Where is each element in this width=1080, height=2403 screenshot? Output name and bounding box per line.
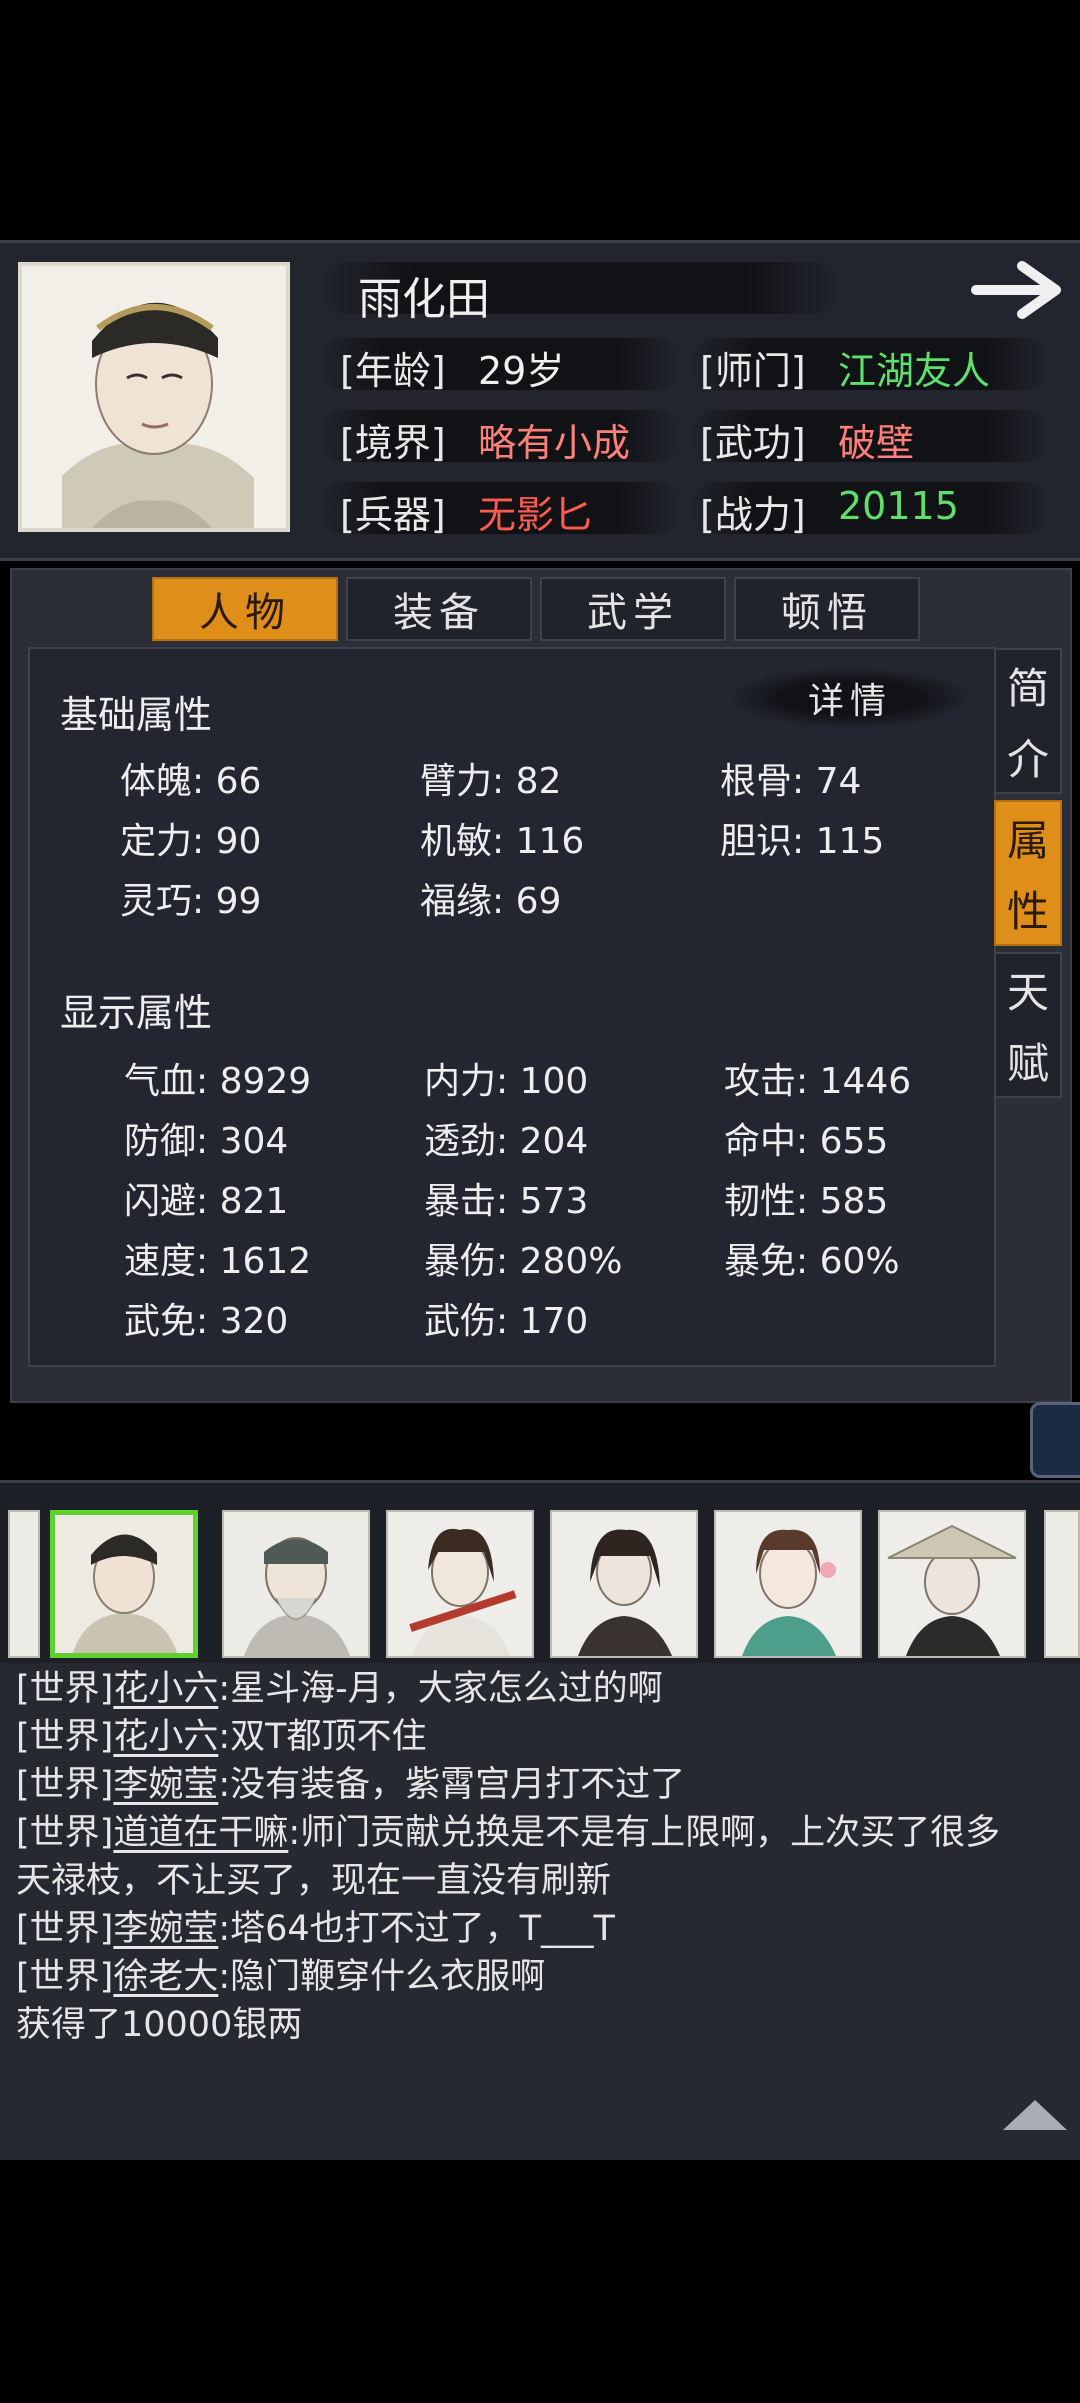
stat-item: 暴击: 573: [424, 1181, 589, 1222]
power-value: 20115: [838, 484, 959, 528]
roster-card[interactable]: [222, 1510, 370, 1658]
weapon-value: 无影匕: [478, 493, 593, 537]
chat-message: :星斗海-月，大家怎么过的啊: [218, 1669, 663, 1709]
stat-item: 命中: 655: [724, 1121, 889, 1162]
tab-martial-arts[interactable]: 武学: [540, 577, 726, 641]
stat-item: 内力: 100: [424, 1061, 589, 1102]
chat-line: [世界]花小六:双T都顶不住: [16, 1708, 427, 1759]
stat-item: 攻击: 1446: [724, 1061, 912, 1102]
side-tab-char: 属: [1006, 816, 1049, 865]
side-tab-talent[interactable]: 天 赋: [994, 952, 1062, 1098]
chat-line: [世界]花小六:星斗海-月，大家怎么过的啊: [16, 1660, 663, 1711]
stat-item: 速度: 1612: [124, 1241, 312, 1282]
side-tab-attributes[interactable]: 属 性: [994, 800, 1062, 946]
stat-item: 闪避: 821: [124, 1181, 289, 1222]
chat-channel-tag: [世界]: [16, 1957, 114, 1997]
stat-item: 灵巧: 99: [120, 881, 262, 922]
side-tab-char: 赋: [1006, 1039, 1049, 1088]
side-tab-char: 性: [1006, 887, 1049, 936]
display-attributes-title: 显示属性: [60, 991, 213, 1035]
chat-channel-tag: [世界]: [16, 1765, 114, 1805]
stat-item: 透劲: 204: [424, 1121, 589, 1162]
chat-line: [世界]李婉莹:没有装备，紫霄宫月打不过了: [16, 1756, 685, 1807]
realm-value: 略有小成: [478, 421, 631, 465]
stat-item: 暴免: 60%: [724, 1241, 900, 1282]
chat-username[interactable]: 道道在干嘛: [113, 1813, 288, 1853]
stat-item: 气血: 8929: [124, 1061, 312, 1102]
chat-message: 获得了10000银两: [16, 2005, 303, 2045]
stat-item: 胆识: 115: [720, 821, 885, 862]
chat-message: :师门贡献兑换是不是有上限啊，上次买了很多: [288, 1813, 1001, 1853]
chat-line: 天禄枝，不让买了，现在一直没有刷新: [16, 1852, 611, 1903]
stat-item: 福缘: 69: [420, 881, 562, 922]
chat-username[interactable]: 花小六: [113, 1717, 218, 1757]
chat-message: :隐门鞭穿什么衣服啊: [218, 1957, 546, 1997]
chat-line: 获得了10000银两: [16, 1996, 302, 2047]
sect-value: 江湖友人: [838, 349, 991, 393]
chat-line: [世界]李婉莹:塔64也打不过了，T___T: [16, 1900, 615, 1951]
age-label: [年龄]: [340, 349, 446, 393]
chat-channel-tag: [世界]: [16, 1669, 114, 1709]
chat-username[interactable]: 徐老大: [113, 1957, 218, 1997]
details-button[interactable]: 详情: [730, 668, 970, 728]
arrow-right-icon[interactable]: [970, 258, 1066, 326]
side-tab-intro[interactable]: 简 介: [994, 648, 1062, 794]
stat-item: 防御: 304: [124, 1121, 289, 1162]
chat-username[interactable]: 花小六: [113, 1669, 218, 1709]
character-name: 雨化田: [358, 274, 490, 325]
triangle-up-icon[interactable]: [1003, 2100, 1067, 2130]
book-icon[interactable]: [1030, 1402, 1080, 1478]
realm-label: [境界]: [340, 421, 446, 465]
stat-item: 武免: 320: [124, 1301, 289, 1342]
roster-card[interactable]: [1044, 1510, 1080, 1658]
tab-character[interactable]: 人物: [152, 577, 338, 641]
chat-username[interactable]: 李婉莹: [113, 1765, 218, 1805]
basic-attributes-title: 基础属性: [60, 693, 213, 737]
weapon-label: [兵器]: [340, 493, 446, 537]
chat-line: [世界]道道在干嘛:师门贡献兑换是不是有上限啊，上次买了很多: [16, 1804, 1000, 1855]
stat-item: 暴伤: 280%: [424, 1241, 623, 1282]
tab-equipment[interactable]: 装备: [346, 577, 532, 641]
chat-message: :没有装备，紫霄宫月打不过了: [218, 1765, 686, 1805]
power-label: [战力]: [700, 493, 806, 537]
chat-username[interactable]: 李婉莹: [113, 1909, 218, 1949]
side-tab-char: 天: [1006, 968, 1049, 1017]
martial-label: [武功]: [700, 421, 806, 465]
age-value: 29岁: [478, 349, 565, 393]
roster-card[interactable]: [714, 1510, 862, 1658]
stat-item: 定力: 90: [120, 821, 262, 862]
stat-item: 臂力: 82: [420, 761, 562, 802]
roster-card[interactable]: [386, 1510, 534, 1658]
stat-item: 根骨: 74: [720, 761, 862, 802]
chat-message: :双T都顶不住: [218, 1717, 427, 1757]
side-tab-char: 简: [1006, 664, 1049, 713]
chat-channel-tag: [世界]: [16, 1813, 114, 1853]
chat-line: [世界]徐老大:隐门鞭穿什么衣服啊: [16, 1948, 545, 1999]
character-portrait: [18, 262, 290, 532]
chat-channel-tag: [世界]: [16, 1717, 114, 1757]
stat-item: 武伤: 170: [424, 1301, 589, 1342]
roster-card-selected[interactable]: [50, 1510, 198, 1658]
chat-channel-tag: [世界]: [16, 1909, 114, 1949]
roster-card[interactable]: [878, 1510, 1026, 1658]
stat-item: 体魄: 66: [120, 761, 262, 802]
chat-message: 天禄枝，不让买了，现在一直没有刷新: [16, 1861, 612, 1901]
chat-message: :塔64也打不过了，T___T: [218, 1909, 615, 1949]
tab-insight[interactable]: 顿悟: [734, 577, 920, 641]
stat-item: 韧性: 585: [724, 1181, 889, 1222]
stat-item: 机敏: 116: [420, 821, 585, 862]
roster-card[interactable]: [8, 1510, 40, 1658]
roster-card[interactable]: [550, 1510, 698, 1658]
side-tab-char: 介: [1006, 735, 1049, 784]
martial-value: 破壁: [838, 421, 915, 465]
sect-label: [师门]: [700, 349, 806, 393]
